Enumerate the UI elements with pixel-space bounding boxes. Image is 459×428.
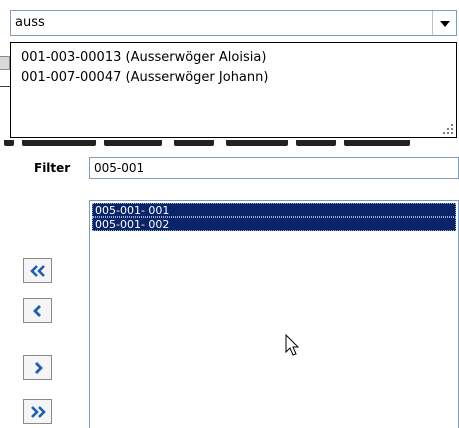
move-all-right-button[interactable] bbox=[23, 399, 52, 424]
mouse-cursor-icon bbox=[285, 334, 300, 356]
item-listbox[interactable]: 005-001- 001 005-001- 002 bbox=[89, 200, 459, 428]
background-divider bbox=[0, 86, 10, 87]
move-left-button[interactable] bbox=[23, 298, 52, 323]
move-right-button[interactable] bbox=[23, 355, 52, 380]
filter-label: Filter bbox=[34, 161, 71, 175]
chevron-down-icon[interactable] bbox=[432, 11, 456, 35]
obscured-heading bbox=[0, 140, 459, 150]
move-all-left-button[interactable] bbox=[23, 258, 52, 283]
background-icon bbox=[0, 56, 10, 70]
dropdown-option[interactable]: 001-007-00047 (Ausserwöger Johann) bbox=[11, 68, 456, 88]
double-chevron-left-icon bbox=[29, 264, 45, 277]
filter-input[interactable] bbox=[89, 157, 459, 179]
chevron-left-icon bbox=[32, 304, 41, 317]
search-combobox[interactable] bbox=[10, 10, 457, 36]
dropdown-option[interactable]: 001-003-00013 (Ausserwöger Aloisia) bbox=[11, 48, 456, 68]
search-combobox-input[interactable] bbox=[11, 11, 425, 35]
double-chevron-right-icon bbox=[30, 405, 46, 418]
list-item[interactable]: 005-001- 001 bbox=[92, 203, 456, 217]
autocomplete-dropdown: 001-003-00013 (Ausserwöger Aloisia) 001-… bbox=[10, 42, 457, 138]
chevron-right-icon bbox=[34, 361, 43, 374]
resize-grip-icon[interactable] bbox=[443, 124, 453, 134]
list-item[interactable]: 005-001- 002 bbox=[92, 217, 456, 231]
